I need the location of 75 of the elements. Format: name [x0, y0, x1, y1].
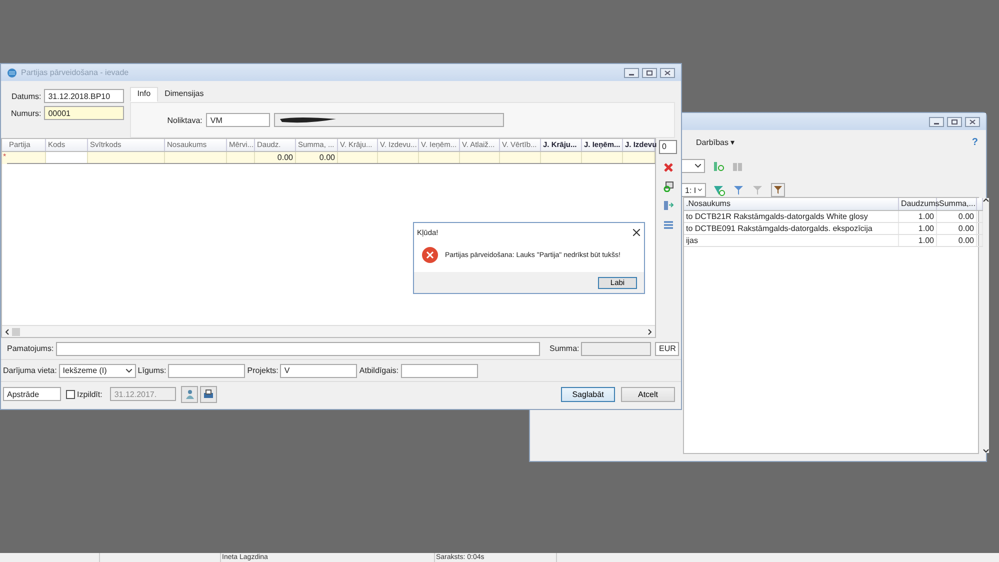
- caret-icon: [695, 164, 701, 168]
- reason-field[interactable]: [56, 342, 540, 356]
- place-dropdown[interactable]: Iekšzeme (I): [58, 364, 136, 378]
- person-icon[interactable]: [181, 386, 198, 402]
- field-label: Pamatojums:: [7, 344, 54, 353]
- scroll-down-icon[interactable]: [983, 449, 989, 453]
- close-icon[interactable]: [660, 68, 675, 78]
- table-cell: 0.00: [937, 211, 977, 222]
- copy-icon[interactable]: [662, 181, 674, 192]
- tab[interactable]: Dimensijas: [158, 87, 211, 102]
- maximize-icon[interactable]: [947, 116, 962, 126]
- contract-field[interactable]: [168, 364, 246, 378]
- filter-settings-icon[interactable]: [771, 183, 785, 197]
- table-cell: 0.00: [937, 235, 977, 246]
- warehouse-name-field[interactable]: [274, 113, 504, 127]
- table-cell: 1.00: [899, 223, 937, 234]
- field-label: Noliktava:: [167, 116, 202, 124]
- field-label: Darījuma vieta:: [3, 366, 57, 375]
- table-cell: to DCTB21R Rakstāmgalds-datorgalds White glosy: [684, 211, 899, 222]
- dialog-button[interactable]: Saglabāt: [561, 386, 615, 402]
- table-cell: 1.00: [899, 211, 937, 222]
- filter-add-icon[interactable]: [714, 184, 725, 196]
- window-title: Partijas pārveidošana - ievade: [21, 68, 129, 77]
- project-field[interactable]: V: [280, 364, 358, 378]
- minimize-icon[interactable]: [624, 68, 639, 78]
- table-cell: ijas: [684, 235, 899, 246]
- printer-icon[interactable]: [200, 386, 218, 402]
- vertical-scrollbar[interactable]: [983, 198, 989, 453]
- field-label: Projekts:: [247, 366, 278, 375]
- number-field[interactable]: 00001: [44, 106, 124, 120]
- add-icon[interactable]: [713, 160, 724, 172]
- field-label: Atbildīgais:: [359, 366, 399, 375]
- tab[interactable]: Info: [130, 87, 158, 102]
- table-cell: 0.00: [937, 223, 977, 234]
- scroll-right-icon[interactable]: [648, 328, 652, 334]
- warehouse-field[interactable]: VM: [206, 113, 270, 127]
- field-label: Līgums:: [138, 366, 166, 375]
- scroll-left-icon[interactable]: [5, 328, 9, 334]
- close-icon[interactable]: [633, 228, 640, 236]
- scrollbar-thumb[interactable]: [12, 328, 20, 336]
- table-cell: to DCTBE091 Rakstāmgalds-datorgalds. ekspozīcija: [684, 223, 899, 234]
- help-icon[interactable]: ?: [972, 136, 978, 148]
- delete-icon[interactable]: [662, 162, 674, 173]
- globe-icon: [7, 68, 17, 78]
- table-cell: 1.00: [899, 235, 937, 246]
- field-label: Numurs:: [11, 108, 42, 118]
- responsible-field[interactable]: [400, 364, 478, 378]
- dialog-button[interactable]: Atcelt: [621, 386, 675, 402]
- row-marker: *: [2, 152, 7, 164]
- caret-icon: [126, 368, 132, 372]
- select-field[interactable]: [682, 159, 705, 173]
- scroll-up-icon[interactable]: [983, 198, 989, 202]
- sum-field: [581, 342, 651, 356]
- split-icon[interactable]: [662, 200, 674, 211]
- table-cell[interactable]: 0.00: [296, 152, 338, 163]
- field-label: Datums:: [11, 92, 42, 100]
- field-label: Summa:: [549, 344, 580, 353]
- execute-date-field: 31.12.2017.: [110, 387, 176, 401]
- filter-dropdown[interactable]: 1: I: [682, 183, 706, 197]
- actions-menu[interactable]: Darbības ▾: [696, 138, 735, 146]
- table-cell[interactable]: [46, 152, 88, 163]
- minimize-icon[interactable]: [929, 116, 944, 126]
- table-cell[interactable]: 0.00: [255, 152, 296, 163]
- caret-icon: [698, 188, 702, 192]
- currency-field: EUR: [655, 342, 679, 356]
- date-field[interactable]: 31.12.2018.BP10: [44, 89, 124, 103]
- column-header[interactable]: .Nosaukums: [684, 198, 899, 210]
- maximize-icon[interactable]: [642, 68, 657, 78]
- checkbox-label: Izpildīt:: [77, 390, 102, 398]
- checkbox[interactable]: [66, 390, 75, 398]
- close-icon[interactable]: [965, 116, 980, 126]
- row-count-field[interactable]: 0: [659, 140, 677, 154]
- column-header[interactable]: Daudzums: [899, 198, 937, 210]
- error-icon: [422, 247, 438, 263]
- status-field: Apstrāde: [3, 387, 61, 401]
